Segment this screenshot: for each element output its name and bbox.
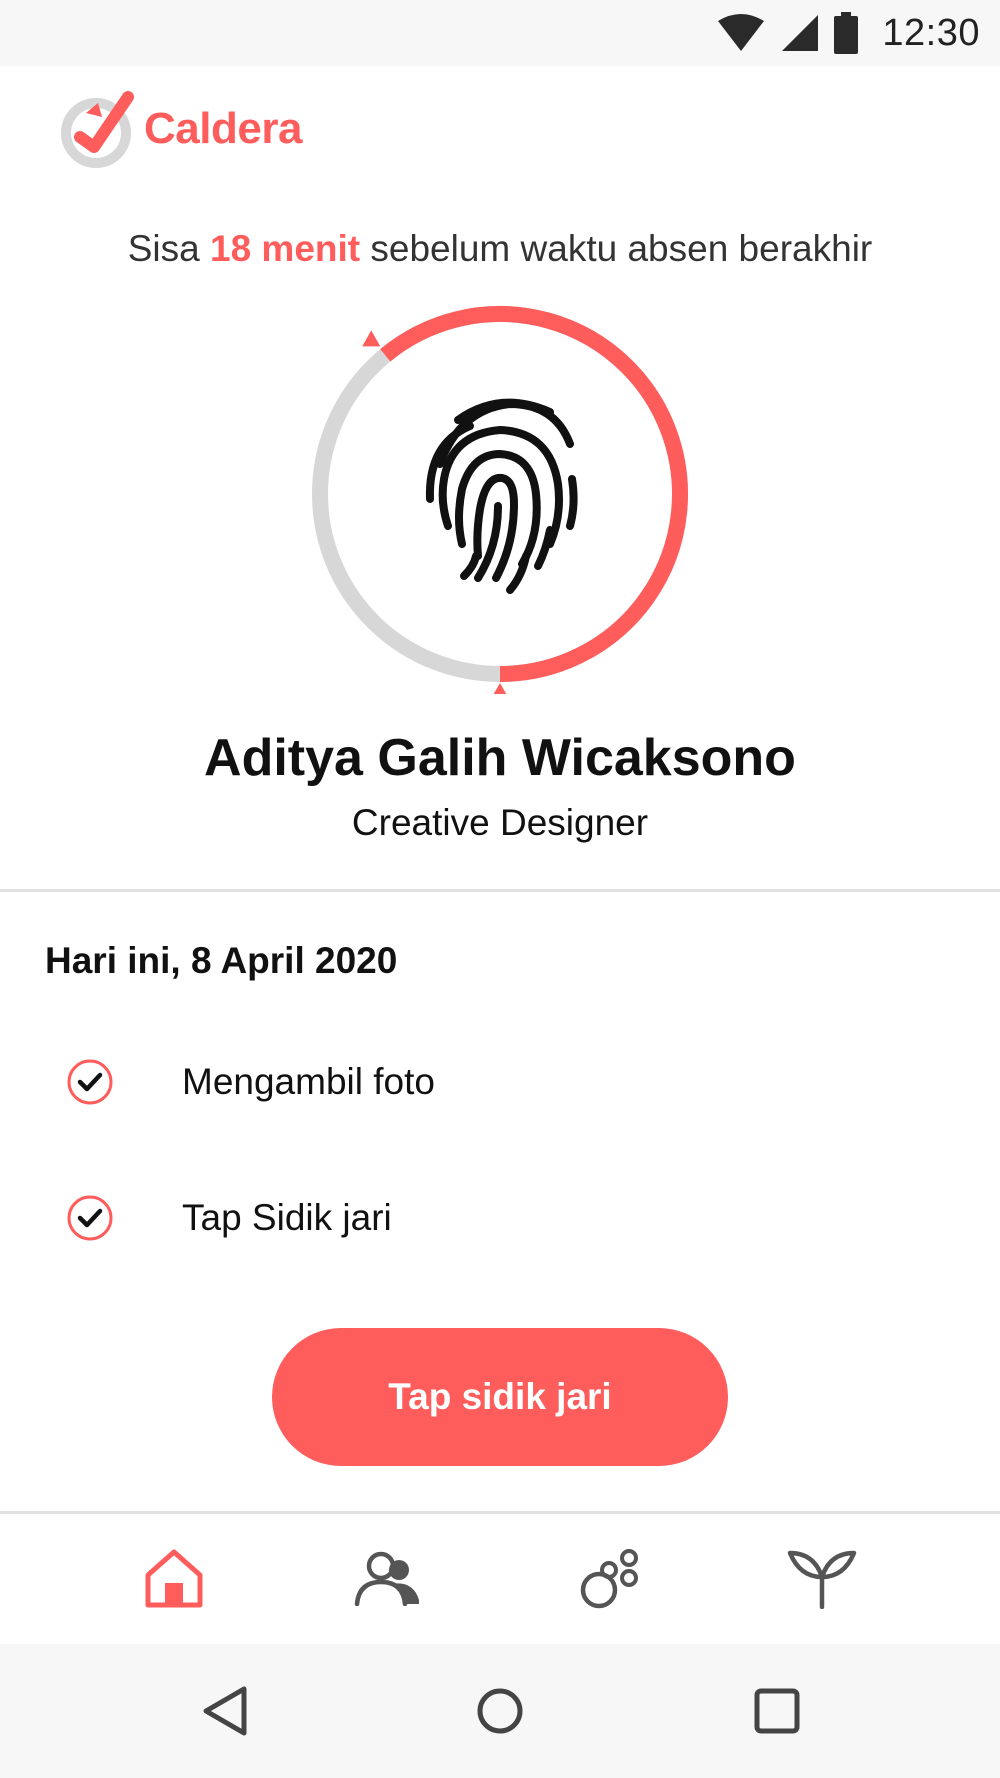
nav-divider — [0, 1511, 1000, 1514]
user-role: Creative Designer — [351, 802, 649, 843]
nav-item-growth[interactable] — [782, 1543, 862, 1613]
tap-fingerprint-button[interactable]: Tap sidik jari — [272, 1328, 728, 1466]
people-icon — [354, 1551, 419, 1606]
system-home-button[interactable] — [465, 1676, 535, 1746]
caldera-logo-icon — [61, 91, 134, 168]
checklist-item-label: Tap Sidik jari — [182, 1197, 392, 1238]
battery-icon — [834, 12, 859, 54]
date-heading: Hari ini, 8 April 2020 — [45, 940, 398, 981]
fingerprint-icon — [425, 398, 578, 594]
sprout-icon — [787, 1550, 857, 1609]
countdown-text: Sisa 18 menit sebelum waktu absen berakh… — [0, 228, 1000, 270]
nav-item-people[interactable] — [348, 1543, 428, 1613]
system-recents-button[interactable] — [742, 1676, 812, 1746]
status-time: 12:30 — [882, 11, 980, 54]
system-back-button[interactable] — [190, 1676, 260, 1746]
back-icon — [203, 1686, 247, 1736]
nav-item-groups[interactable] — [570, 1543, 650, 1613]
timer-ring[interactable] — [300, 294, 700, 697]
status-bar: 12:30 — [0, 0, 1000, 66]
timer-ring-graphic — [312, 306, 688, 697]
user-name: Aditya Galih Wicaksono — [204, 729, 796, 787]
countdown-highlight: 18 menit — [210, 228, 361, 269]
signal-icon — [782, 15, 819, 51]
countdown-suffix: sebelum waktu absen berakhir — [360, 228, 873, 269]
checklist-item-label: Mengambil foto — [182, 1061, 435, 1102]
app-header: Caldera — [58, 84, 302, 174]
brand-name: Caldera — [144, 104, 302, 153]
checklist-item: Tap Sidik jari — [66, 1192, 766, 1244]
recents-icon — [754, 1688, 800, 1734]
wifi-icon — [718, 14, 765, 51]
home-icon — [145, 1549, 203, 1608]
check-circle-icon — [67, 1195, 113, 1241]
status-icons: 12:30 — [716, 8, 980, 58]
bottom-nav — [0, 1515, 1000, 1643]
ring-end-marker — [492, 683, 508, 697]
system-nav-bar — [0, 1644, 1000, 1778]
section-divider — [0, 889, 1000, 892]
ring-start-marker — [362, 330, 381, 347]
countdown-prefix: Sisa — [127, 228, 210, 269]
check-circle-icon — [67, 1059, 113, 1105]
home-circle-icon — [477, 1688, 523, 1734]
circles-icon — [580, 1549, 638, 1609]
checklist-item: Mengambil foto — [66, 1056, 766, 1108]
nav-item-home[interactable] — [134, 1543, 214, 1613]
